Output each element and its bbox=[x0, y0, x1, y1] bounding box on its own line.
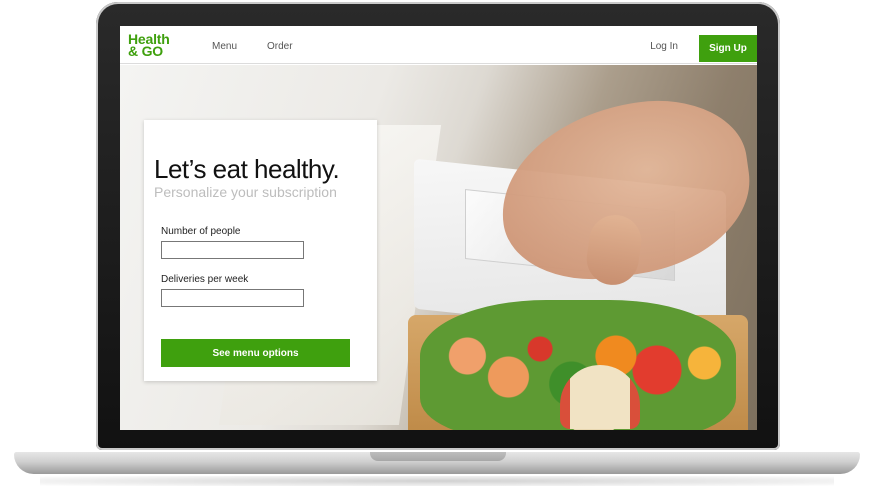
brand-logo[interactable]: Health & GO bbox=[128, 32, 170, 58]
people-label: Number of people bbox=[161, 226, 241, 237]
nav-menu-link[interactable]: Menu bbox=[212, 41, 237, 52]
deliveries-label: Deliveries per week bbox=[161, 274, 249, 285]
people-input[interactable] bbox=[161, 241, 304, 259]
hero-food-photo: Let’s eat healthy. Personalize your subs… bbox=[120, 65, 757, 430]
subscription-card: Let’s eat healthy. Personalize your subs… bbox=[144, 120, 377, 381]
top-nav: Health & GO Menu Order Log In Sign Up bbox=[120, 26, 757, 64]
login-link[interactable]: Log In bbox=[650, 41, 678, 52]
laptop-notch bbox=[370, 452, 506, 461]
nav-order-link[interactable]: Order bbox=[267, 41, 293, 52]
signup-button[interactable]: Sign Up bbox=[699, 35, 757, 62]
see-menu-options-button[interactable]: See menu options bbox=[161, 339, 350, 367]
laptop-screen: Let’s eat healthy. Personalize your subs… bbox=[120, 26, 757, 430]
laptop-shadow bbox=[40, 476, 834, 486]
deliveries-input[interactable] bbox=[161, 289, 304, 307]
headline: Let’s eat healthy. bbox=[154, 154, 340, 184]
subheadline: Personalize your subscription bbox=[154, 184, 337, 200]
